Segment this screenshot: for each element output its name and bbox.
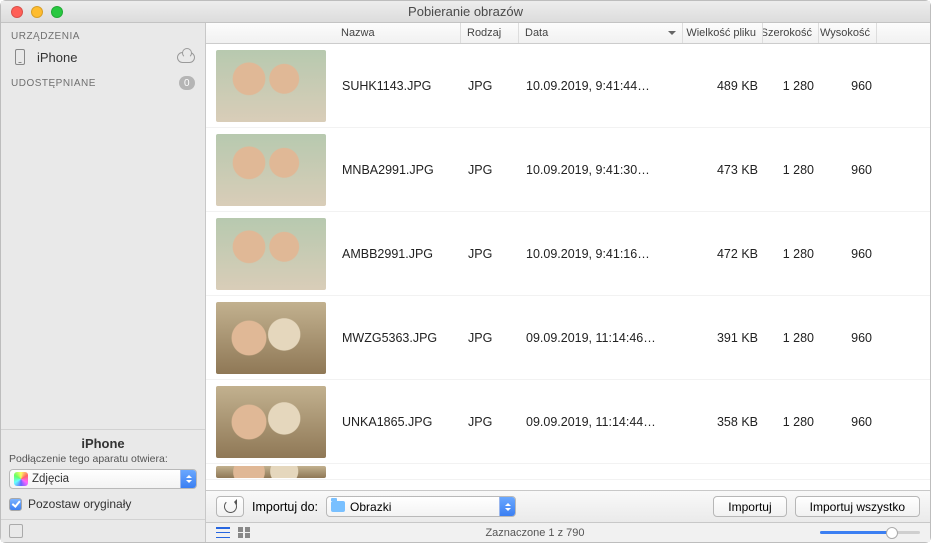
cell-height: 960	[820, 415, 878, 429]
selection-status: Zaznaczone 1 z 790	[250, 527, 820, 539]
import-to-label: Importuj do:	[252, 500, 318, 514]
selected-device: iPhone	[9, 436, 197, 451]
keep-originals-label: Pozostaw oryginały	[28, 497, 131, 511]
cell-date: 09.09.2019, 11:14:44…	[520, 415, 684, 429]
destination-label: Obrazki	[350, 500, 391, 514]
rotate-button[interactable]	[216, 496, 244, 517]
cell-kind: JPG	[462, 163, 520, 177]
thumbnail-size-slider[interactable]	[820, 531, 920, 534]
folder-icon	[331, 501, 345, 512]
view-switch[interactable]	[216, 527, 250, 538]
cell-kind: JPG	[462, 247, 520, 261]
chevron-updown-icon	[499, 497, 515, 516]
cell-size: 472 KB	[684, 247, 764, 261]
thumbnail	[216, 218, 326, 290]
table-row[interactable]	[206, 464, 930, 480]
thumbnail	[216, 50, 326, 122]
cell-kind: JPG	[462, 331, 520, 345]
open-hint: Podłączenie tego aparatu otwiera:	[9, 453, 197, 465]
table-row[interactable]: MWZG5363.JPG JPG 09.09.2019, 11:14:46… 3…	[206, 296, 930, 380]
sidebar: URZĄDZENIA iPhone UDOSTĘPNIANE 0 iPhone …	[1, 23, 206, 542]
cell-size: 473 KB	[684, 163, 764, 177]
rotate-icon	[224, 500, 237, 513]
cell-size: 391 KB	[684, 331, 764, 345]
sidebar-bottom: iPhone Podłączenie tego aparatu otwiera:…	[1, 429, 205, 519]
thumbnail	[216, 134, 326, 206]
table-row[interactable]: MNBA2991.JPG JPG 10.09.2019, 9:41:30… 47…	[206, 128, 930, 212]
cloud-icon	[177, 52, 195, 63]
cell-name: SUHK1143.JPG	[336, 79, 462, 93]
thumbnail	[216, 386, 326, 458]
col-height[interactable]: Wysokość	[819, 23, 877, 43]
cell-date: 09.09.2019, 11:14:46…	[520, 331, 684, 345]
table-row[interactable]: SUHK1143.JPG JPG 10.09.2019, 9:41:44… 48…	[206, 44, 930, 128]
col-thumb[interactable]	[206, 23, 335, 43]
sidebar-footer	[1, 519, 205, 542]
devices-header: URZĄDZENIA	[1, 23, 205, 46]
cell-name: UNKA1865.JPG	[336, 415, 462, 429]
col-name[interactable]: Nazwa	[335, 23, 461, 43]
shared-count-badge: 0	[179, 76, 195, 90]
cell-date: 10.09.2019, 9:41:44…	[520, 79, 684, 93]
content: Nazwa Rodzaj Data Wielkość pliku Szeroko…	[206, 23, 930, 542]
titlebar: Pobieranie obrazów	[1, 1, 930, 23]
phone-icon	[15, 49, 25, 65]
photos-app-icon	[14, 472, 28, 486]
cell-name: MNBA2991.JPG	[336, 163, 462, 177]
toolbar: Importuj do: Obrazki Importuj Importuj w…	[206, 490, 930, 522]
cell-height: 960	[820, 163, 878, 177]
sidebar-item-iphone[interactable]: iPhone	[1, 46, 205, 68]
grid-view-icon[interactable]	[238, 527, 250, 538]
list-view-icon[interactable]	[216, 527, 230, 538]
show-icon[interactable]	[9, 524, 23, 538]
table-body: SUHK1143.JPG JPG 10.09.2019, 9:41:44… 48…	[206, 44, 930, 490]
cell-width: 1 280	[764, 247, 820, 261]
shared-header: UDOSTĘPNIANE 0	[1, 68, 205, 94]
cell-name: AMBB2991.JPG	[336, 247, 462, 261]
cell-date: 10.09.2019, 9:41:30…	[520, 163, 684, 177]
import-all-button[interactable]: Importuj wszystko	[795, 496, 920, 517]
import-button[interactable]: Importuj	[713, 496, 786, 517]
cell-width: 1 280	[764, 163, 820, 177]
col-size[interactable]: Wielkość pliku	[683, 23, 763, 43]
cell-height: 960	[820, 79, 878, 93]
thumbnail	[216, 302, 326, 374]
col-kind[interactable]: Rodzaj	[461, 23, 519, 43]
col-width[interactable]: Szerokość	[763, 23, 819, 43]
col-date[interactable]: Data	[519, 23, 683, 43]
cell-date: 10.09.2019, 9:41:16…	[520, 247, 684, 261]
cell-kind: JPG	[462, 415, 520, 429]
cell-width: 1 280	[764, 79, 820, 93]
cell-name: MWZG5363.JPG	[336, 331, 462, 345]
cell-height: 960	[820, 331, 878, 345]
table-row[interactable]: AMBB2991.JPG JPG 10.09.2019, 9:41:16… 47…	[206, 212, 930, 296]
chevron-updown-icon	[180, 470, 196, 488]
device-label: iPhone	[37, 50, 169, 65]
statusbar: Zaznaczone 1 z 790	[206, 522, 930, 542]
cell-height: 960	[820, 247, 878, 261]
cell-size: 358 KB	[684, 415, 764, 429]
destination-popup[interactable]: Obrazki	[326, 496, 516, 517]
cell-kind: JPG	[462, 79, 520, 93]
cell-size: 489 KB	[684, 79, 764, 93]
table-row[interactable]: UNKA1865.JPG JPG 09.09.2019, 11:14:44… 3…	[206, 380, 930, 464]
table-header: Nazwa Rodzaj Data Wielkość pliku Szeroko…	[206, 23, 930, 44]
cell-width: 1 280	[764, 331, 820, 345]
cell-width: 1 280	[764, 415, 820, 429]
keep-originals-checkbox[interactable]	[9, 498, 22, 511]
open-app-popup[interactable]: Zdjęcia	[9, 469, 197, 489]
window-title: Pobieranie obrazów	[1, 4, 930, 19]
open-app-label: Zdjęcia	[32, 473, 69, 485]
thumbnail	[216, 466, 326, 478]
